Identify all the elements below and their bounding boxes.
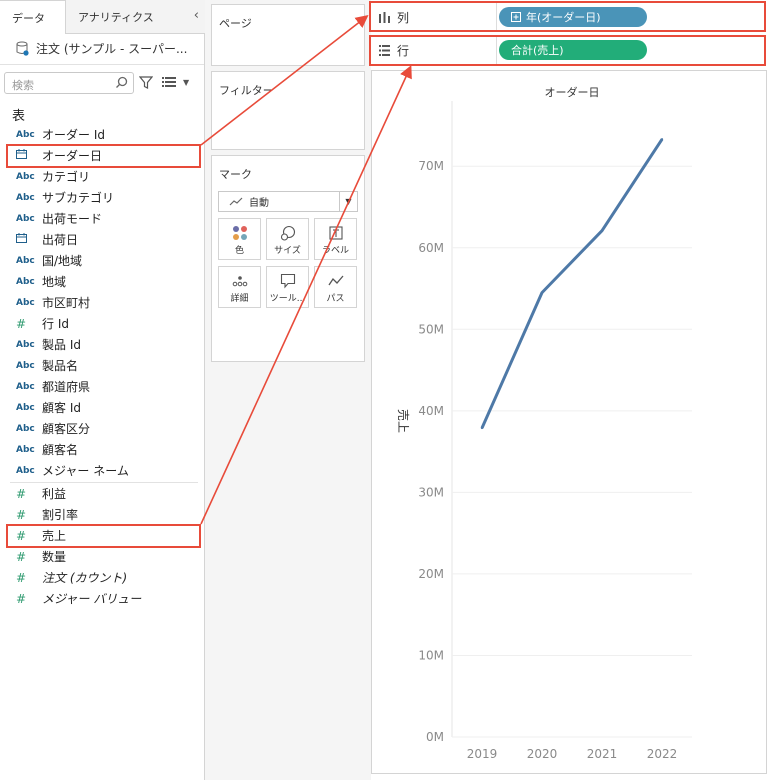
arrow-to-rows	[200, 65, 412, 525]
arrow-to-columns	[200, 15, 369, 146]
tableau-workspace: データ アナリティクス ‹ 注文 (サンプル - スーパー... 検索 ▼ 表 …	[0, 0, 767, 780]
annotation-arrows	[200, 15, 412, 525]
